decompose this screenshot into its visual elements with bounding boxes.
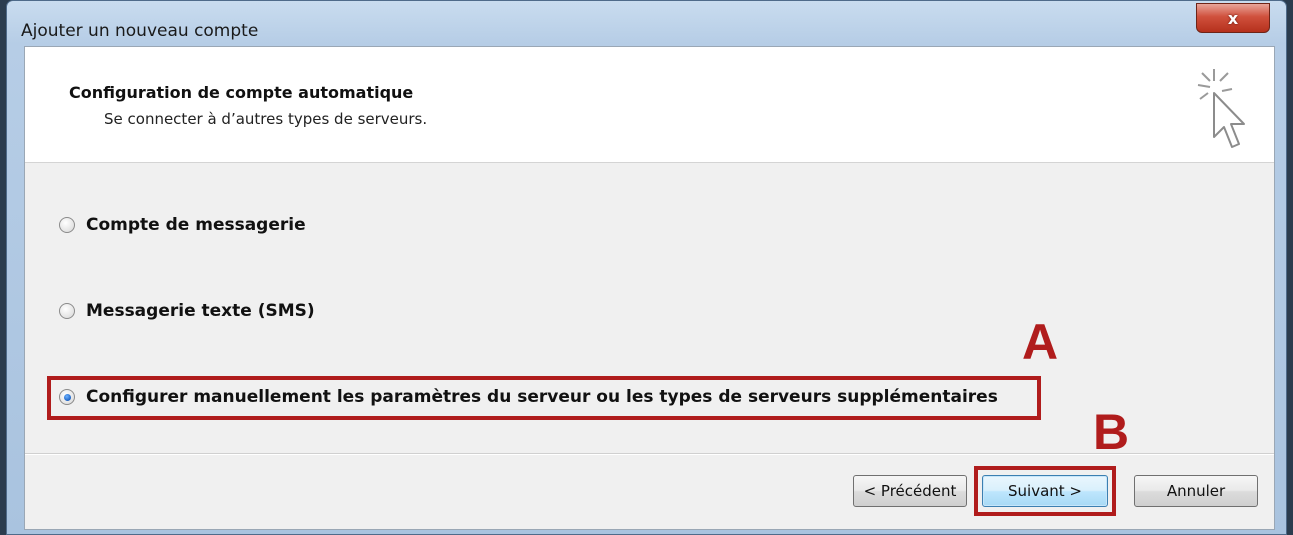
radio-sms[interactable] (59, 303, 75, 319)
dialog-client-area: Configuration de compte automatique Se c… (24, 46, 1275, 530)
annotation-box-b (974, 466, 1116, 516)
back-button[interactable]: < Précédent (853, 475, 967, 507)
radio-email-account[interactable] (59, 217, 75, 233)
footer-separator (25, 453, 1274, 455)
option-label: Messagerie texte (SMS) (86, 301, 315, 321)
title-bar[interactable]: Ajouter un nouveau compte x (7, 1, 1286, 41)
cursor-sparkle-icon (1197, 69, 1245, 148)
close-button[interactable]: x (1196, 3, 1270, 33)
option-label: Compte de messagerie (86, 215, 306, 235)
header-subtitle: Se connecter à d’autres types de serveur… (104, 110, 428, 128)
option-sms[interactable]: Messagerie texte (SMS) (59, 301, 315, 321)
annotation-letter-b: B (1093, 404, 1130, 460)
option-email-account[interactable]: Compte de messagerie (59, 215, 306, 235)
wizard-header: Configuration de compte automatique Se c… (25, 47, 1274, 163)
window-title: Ajouter un nouveau compte (21, 21, 259, 41)
cancel-button[interactable]: Annuler (1134, 475, 1258, 507)
close-icon: x (1227, 8, 1239, 28)
dialog-window: Ajouter un nouveau compte x Configuratio… (6, 0, 1287, 535)
annotation-box-a (47, 376, 1041, 420)
annotation-letter-a: A (1022, 314, 1059, 370)
header-title: Configuration de compte automatique (69, 83, 414, 102)
